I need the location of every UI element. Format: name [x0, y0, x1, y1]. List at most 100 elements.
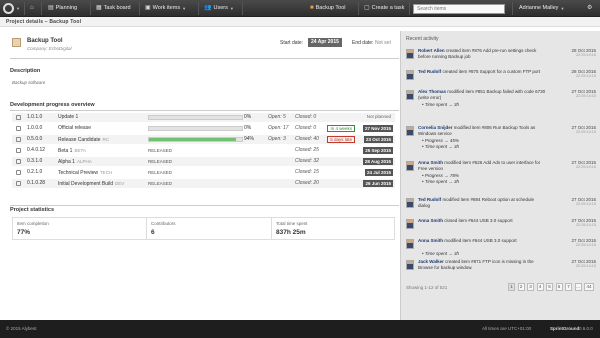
milestone-version: 0.5.0.0	[27, 136, 43, 142]
milestone-name[interactable]: Release Candidate RC	[58, 135, 109, 145]
milestone-tag: ALPHA	[76, 159, 92, 164]
activity-user[interactable]: Ted Rudolf	[418, 69, 441, 74]
nav-task-board[interactable]: ▦ Task board	[96, 0, 131, 17]
activity-item[interactable]: Alex Thomas modified item #851 Backup fa…	[406, 89, 596, 109]
project-company: Company: EchoDigital	[27, 46, 72, 51]
activity-time: 22:25:14:15	[575, 165, 596, 169]
create-task-button[interactable]: ▢ Create a task	[364, 0, 404, 17]
milestone-date-badge: 25 Sep 2015	[363, 147, 393, 154]
milestone-released-label: RELEASED	[148, 148, 173, 153]
activity-time: 22:25:14:15	[575, 243, 596, 247]
project-switcher[interactable]: ■ Backup Tool	[310, 0, 346, 17]
activity-user[interactable]: Alex Thomas	[418, 89, 446, 94]
page-button[interactable]: 3	[527, 283, 534, 291]
milestone-row[interactable]: 1.0.0.0 Official release 0% Open: 17 Closed:…	[12, 124, 395, 133]
milestone-released-label: RELEASED	[148, 159, 173, 164]
activity-change: • Time spent → 3h	[422, 102, 460, 107]
milestone-row[interactable]: 1.0.1.0 Update 1 0% Open: 5 Closed: 0 Not pla…	[12, 113, 395, 122]
app-logo[interactable]	[3, 3, 14, 14]
milestone-closed-count: Closed: 20	[295, 180, 319, 186]
progress-overview-heading: Development progress overview	[10, 102, 95, 108]
avatar	[406, 198, 414, 208]
user-menu[interactable]: Adrianne Malley ▼	[519, 0, 564, 17]
page-button[interactable]: 7	[565, 283, 572, 291]
milestone-date-badge: 26 Jun 2015	[363, 180, 393, 187]
avatar	[406, 49, 414, 59]
activity-user[interactable]: Jack Walker	[418, 259, 444, 264]
milestone-name[interactable]: Technical Preview TECH	[58, 168, 112, 178]
activity-item[interactable]: Anna Smith modified item #526 Add Ads to…	[406, 160, 596, 184]
milestone-version: 1.0.0.0	[27, 125, 43, 131]
statistics-heading: Project statistics	[10, 207, 55, 213]
milestone-icon	[16, 115, 21, 120]
milestone-icon	[16, 170, 21, 175]
search-input[interactable]	[413, 4, 505, 14]
activity-item[interactable]: Ted Rudolf created item #875 Support for…	[406, 69, 596, 89]
activity-user[interactable]: Anna Smith	[418, 238, 443, 243]
activity-time: 22:25:14:15	[575, 74, 596, 78]
nav-work-items[interactable]: ▣ Work items ▼	[145, 0, 186, 17]
milestone-icon	[16, 137, 21, 142]
activity-user[interactable]: Ted Rudolf	[418, 197, 441, 202]
page-button[interactable]: 4	[536, 283, 544, 291]
settings-icon[interactable]: ⚙	[587, 0, 592, 17]
planning-icon: ▤	[48, 5, 54, 11]
milestone-row[interactable]: 0.1.0.28 Initial Development Build DEV RELE…	[12, 179, 395, 188]
activity-user[interactable]: Anna Smith	[418, 218, 443, 223]
page-button[interactable]: 2	[517, 283, 525, 291]
page-button[interactable]: …	[574, 283, 582, 291]
milestone-name[interactable]: Beta 1 BETA	[58, 146, 86, 156]
activity-time: 22:25:14:15	[575, 202, 596, 206]
page-button[interactable]: 1	[508, 283, 515, 291]
activity-item[interactable]: Cornelia Snijder modified item #806 Run …	[406, 125, 596, 149]
activity-user[interactable]: Robert Allen	[418, 48, 445, 53]
activity-user[interactable]: Anna Smith	[418, 160, 443, 165]
nav-planning[interactable]: ▤ Planning	[48, 0, 77, 17]
pager-info: Showing 1-12 of 521	[406, 285, 448, 290]
stat-contributors: Contributors 6	[147, 218, 272, 239]
milestone-row[interactable]: 0.4.0.12 Beta 1 BETA RELEASED Closed: 25 25 S…	[12, 146, 395, 155]
end-date-label: End date:	[352, 40, 374, 46]
home-icon[interactable]: ⌂	[30, 0, 34, 17]
milestone-date-badge: Not planned	[366, 114, 391, 119]
breadcrumb: Project details – Backup Tool	[0, 17, 600, 27]
avatar	[406, 219, 414, 229]
activity-item[interactable]: Robert Allen created item #876 Add pre-r…	[406, 48, 596, 68]
milestone-version: 1.0.1.0	[27, 114, 43, 120]
milestone-closed-count: Closed: 40	[295, 136, 319, 142]
end-date-value: Not set	[375, 40, 391, 46]
milestone-version: 0.4.0.12	[27, 147, 46, 153]
activity-item[interactable]: Jack Walker created item #871 FTP icon i…	[406, 259, 596, 279]
activity-item[interactable]: Ted Rudolf modified item #884 Reboot opt…	[406, 197, 596, 217]
milestone-row[interactable]: 0.5.0.0 Release Candidate RC 94% Open: 3 Clos…	[12, 135, 395, 144]
taskboard-icon: ▦	[96, 5, 102, 11]
page-button[interactable]: 5	[546, 283, 553, 291]
milestone-name[interactable]: Update 1	[58, 113, 78, 122]
avatar	[406, 260, 414, 270]
avatar	[406, 126, 414, 136]
milestone-name[interactable]: Official release	[58, 124, 91, 133]
milestone-released-label: RELEASED	[148, 170, 173, 175]
milestone-due-pill: In 4 weeks	[327, 125, 355, 132]
milestone-icon	[16, 126, 21, 131]
milestone-tag: DEV	[115, 181, 125, 186]
activity-item[interactable]: Anna Smith modified item #644 USB 3.0 su…	[406, 238, 596, 258]
page-button[interactable]: 44	[584, 283, 594, 291]
activity-user[interactable]: Cornelia Snijder	[418, 125, 453, 130]
milestone-closed-count: Closed: 32	[295, 158, 319, 164]
recent-activity-heading: Recent activity	[406, 36, 439, 42]
milestone-row[interactable]: 0.3.1.0 Alpha 1 ALPHA RELEASED Closed: 32 28 …	[12, 157, 395, 166]
milestone-name[interactable]: Alpha 1 ALPHA	[58, 157, 92, 167]
avatar	[406, 161, 414, 171]
activity-change: • Time spent → 3h	[422, 144, 460, 149]
milestone-name[interactable]: Initial Development Build DEV	[58, 179, 124, 189]
nav-users[interactable]: 👥 Users ▼	[204, 0, 234, 17]
chevron-down-icon: ▼	[182, 6, 187, 11]
description-text: Backup software	[12, 80, 46, 85]
page-button[interactable]: 6	[555, 283, 563, 291]
milestone-progress-bar	[148, 137, 243, 142]
activity-item[interactable]: Anna Smith closed item #644 USB 3.0 supp…	[406, 218, 596, 238]
users-icon: 👥	[204, 5, 212, 11]
logo-menu-caret[interactable]: ▼	[16, 0, 20, 17]
milestone-row[interactable]: 0.2.1.0 Technical Preview TECH RELEASED Clos…	[12, 168, 395, 177]
